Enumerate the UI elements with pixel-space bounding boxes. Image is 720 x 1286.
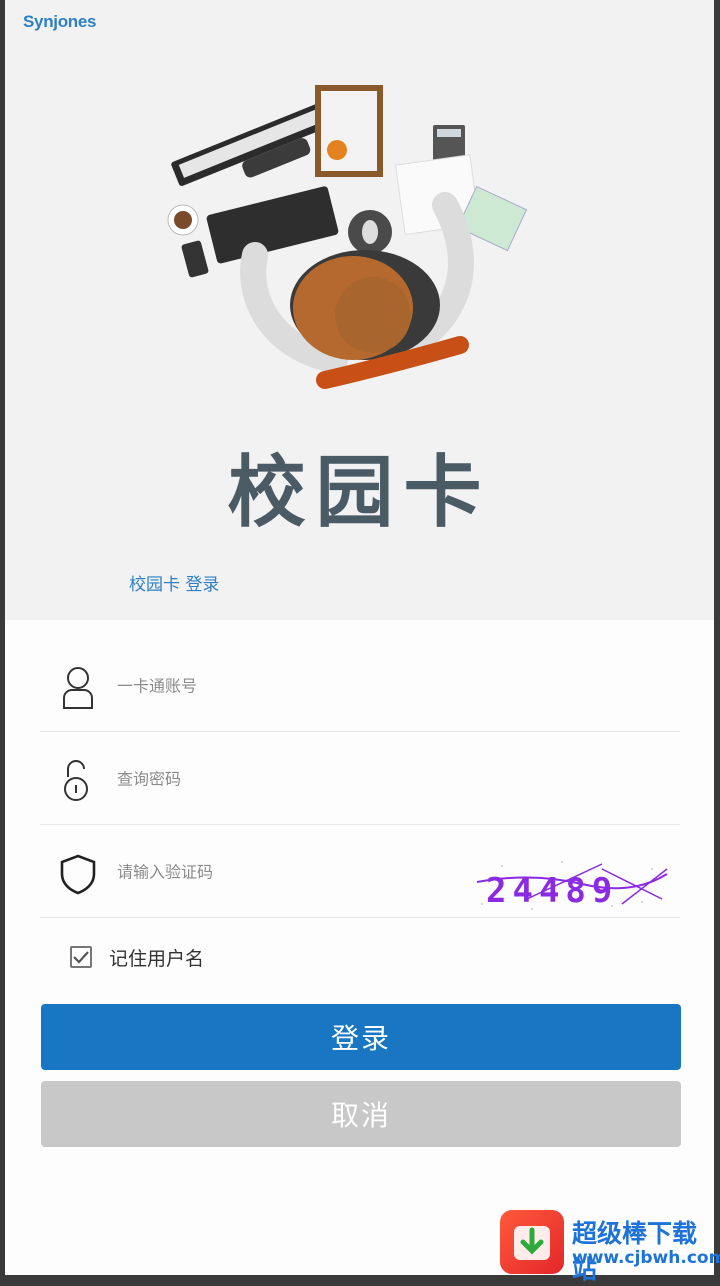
- password-row: [40, 731, 680, 825]
- remember-checkbox[interactable]: [70, 946, 92, 968]
- captcha-input[interactable]: [115, 861, 449, 883]
- check-icon: [73, 951, 89, 964]
- unlock-icon: [64, 760, 88, 801]
- download-badge-icon: [500, 1210, 564, 1274]
- shield-icon: [60, 854, 96, 895]
- brand-logo: Synjones: [23, 12, 97, 31]
- app-title: 校园卡: [227, 447, 492, 538]
- password-input[interactable]: [115, 768, 449, 790]
- account-input[interactable]: [115, 675, 449, 697]
- account-row: [40, 638, 680, 732]
- captcha-row: 24489: [40, 824, 680, 918]
- remember-label: 记住用户名: [109, 947, 205, 970]
- captcha-image[interactable]: 24489: [472, 854, 672, 914]
- cancel-button[interactable]: 取消: [41, 1081, 681, 1147]
- login-screen: Synjones 校园卡 校园卡 登录 一卡通账号 请输入验证码 24489 记…: [5, 0, 714, 1275]
- remember-username[interactable]: 记住用户名: [70, 942, 204, 972]
- captcha-text: 24489: [486, 871, 618, 911]
- watermark-url: www.cjbwh.com: [572, 1248, 720, 1268]
- login-subtitle: 校园卡 登录: [129, 575, 220, 595]
- user-icon: [63, 667, 93, 709]
- workspace-illustration: [167, 85, 528, 389]
- site-watermark: 超级棒下载站 www.cjbwh.com: [500, 1210, 720, 1284]
- hero-banner: Synjones 校园卡 校园卡 登录: [5, 0, 714, 620]
- login-button[interactable]: 登录: [41, 1004, 681, 1070]
